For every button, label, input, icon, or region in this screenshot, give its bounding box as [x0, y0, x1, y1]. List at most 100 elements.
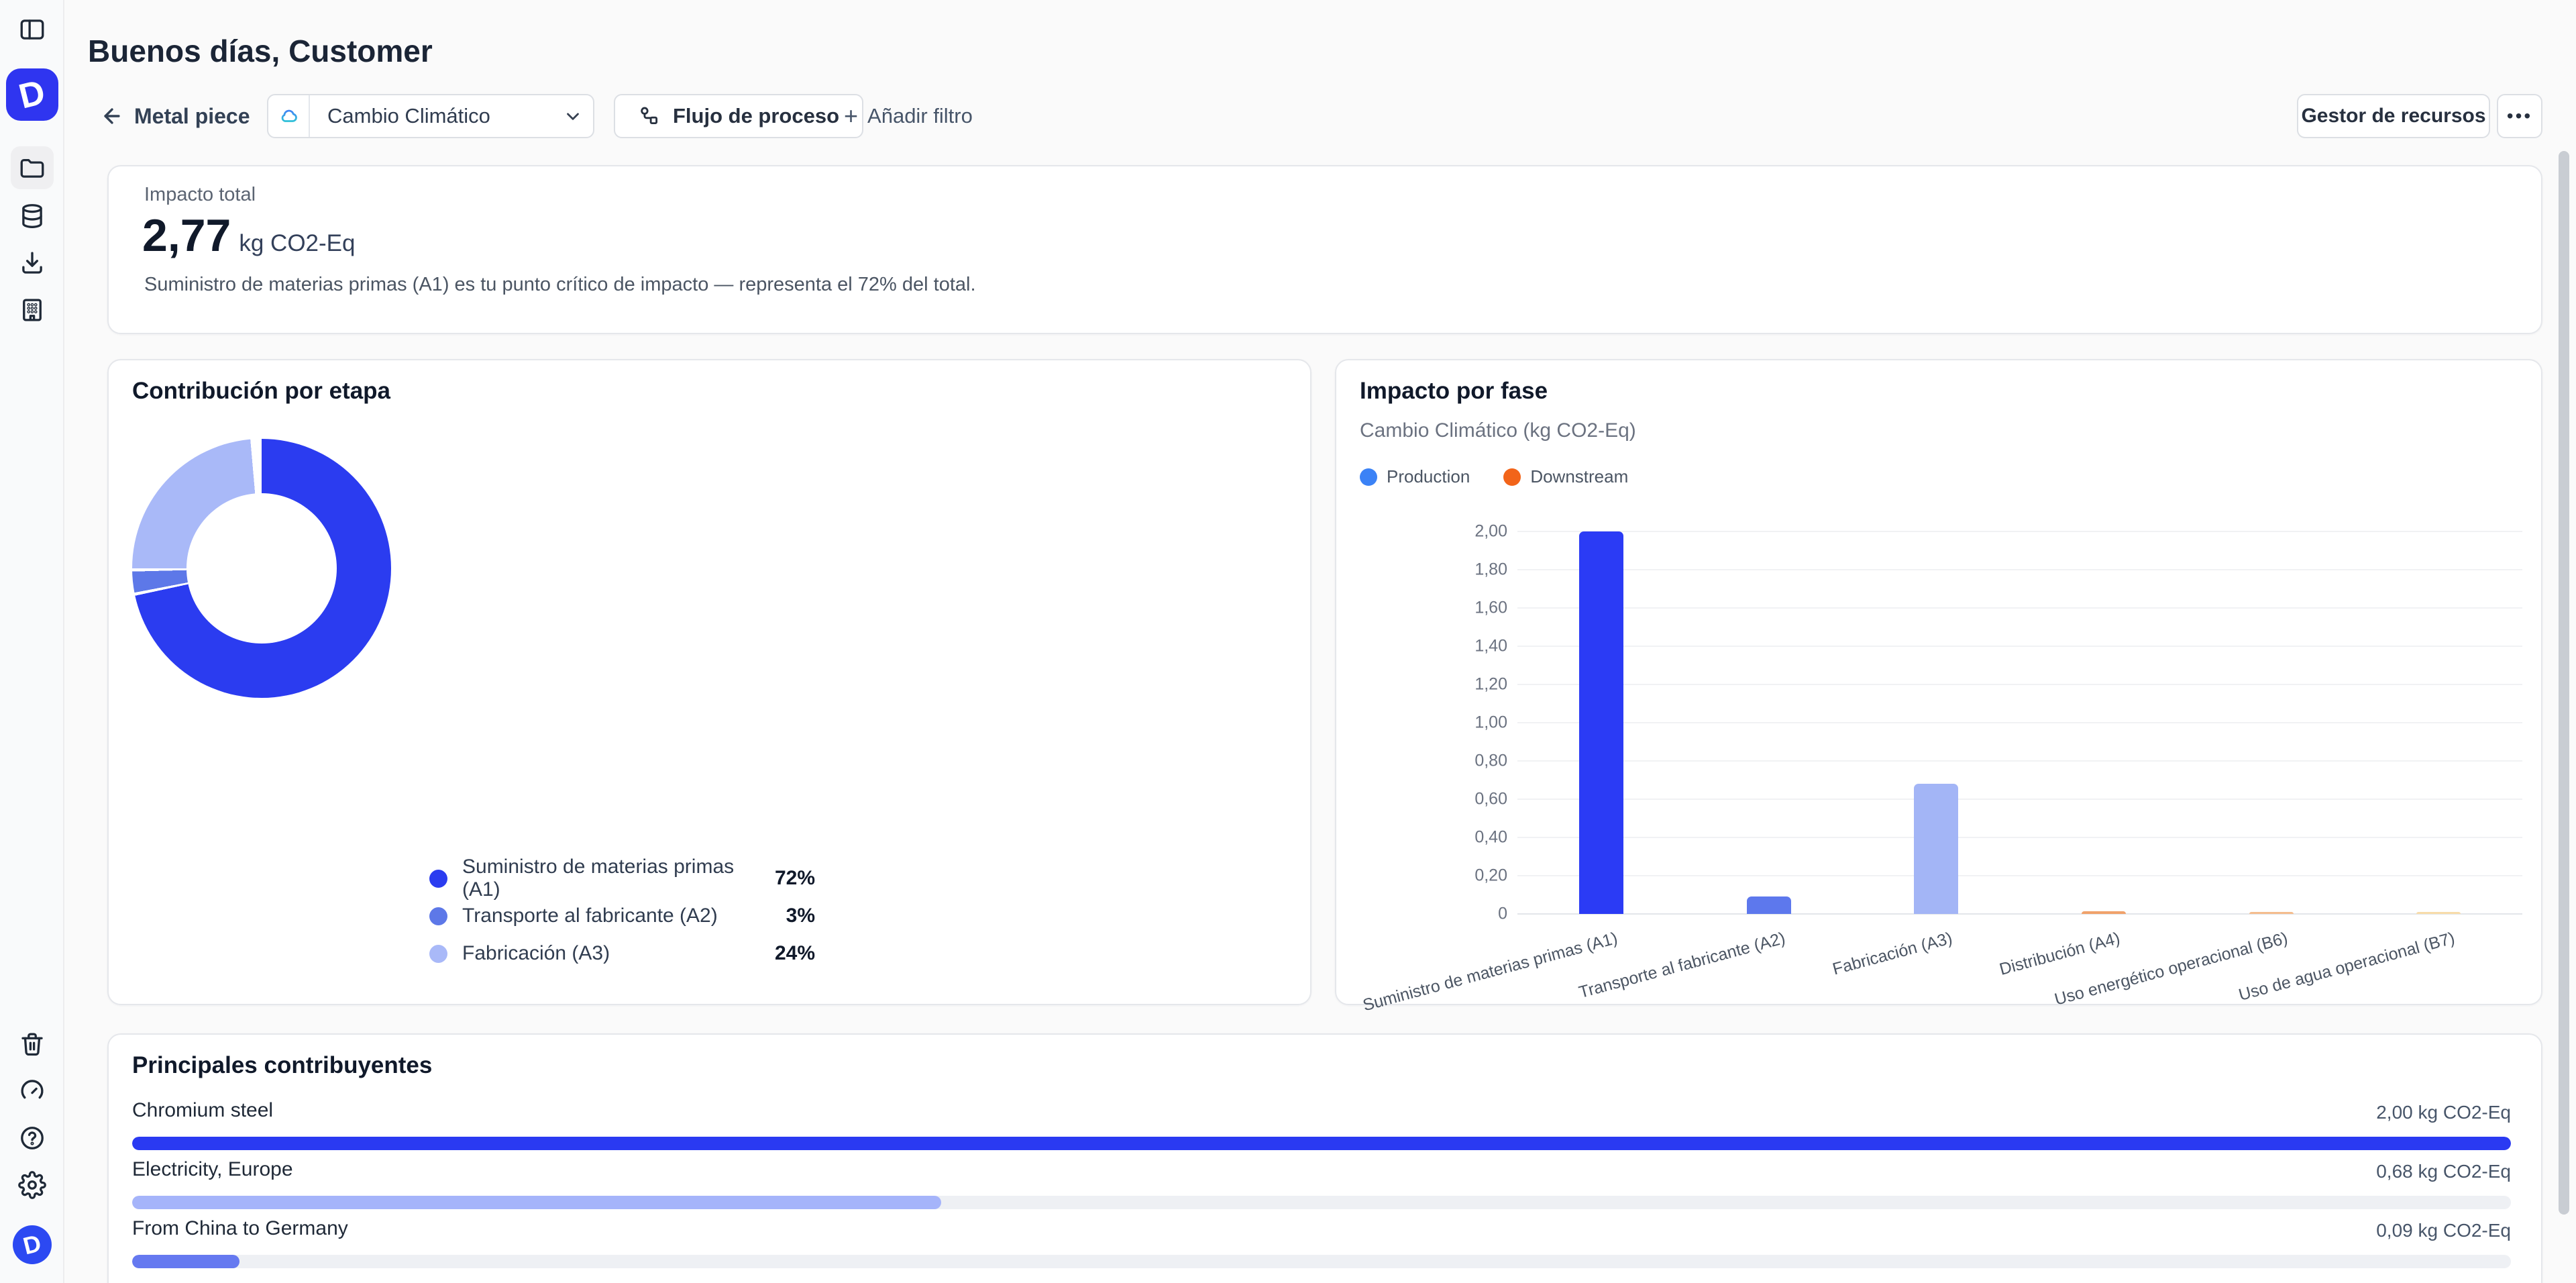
impact-total-unit: kg CO2-Eq	[239, 230, 355, 256]
sidebar-item-import[interactable]	[11, 242, 54, 285]
contributor-bar-fill	[132, 1196, 941, 1209]
bar-3[interactable]	[1914, 784, 1958, 914]
sidebar-item-settings[interactable]	[11, 1164, 54, 1207]
sidebar-item-trash[interactable]	[11, 1023, 54, 1066]
stage-legend-percent: 3%	[786, 905, 815, 927]
database-icon	[18, 202, 46, 230]
contributor-value: 0,09 kg CO2-Eq	[2376, 1220, 2511, 1241]
gridline	[1517, 531, 2522, 532]
gridline	[1517, 913, 2522, 915]
legend-dot-a1	[429, 870, 447, 888]
contributor-bar-fill	[132, 1137, 2511, 1150]
gridline	[1517, 760, 2522, 762]
y-axis-tick: 1,60	[1427, 599, 1507, 618]
impact-total-value: 2,77kg CO2-Eq	[142, 209, 355, 262]
workflow-icon	[638, 105, 661, 127]
contributors-title: Principales contribuyentes	[132, 1052, 432, 1079]
donut-hole	[186, 493, 337, 644]
scrollbar-thumb[interactable]	[2559, 151, 2569, 1215]
gridline	[1517, 875, 2522, 876]
stage-legend-item: Transporte al fabricante (A2) 3%	[429, 903, 815, 929]
arrow-left-icon	[101, 105, 123, 127]
app-window: D D Buenos días, Customer	[0, 0, 2576, 1283]
cloud-icon	[268, 95, 310, 137]
more-options-button[interactable]: •••	[2497, 94, 2542, 138]
y-axis-tick: 1,40	[1427, 637, 1507, 656]
gridline	[1517, 799, 2522, 800]
y-axis-tick: 0,40	[1427, 828, 1507, 848]
sidebar: D D	[0, 0, 64, 1283]
y-axis-tick: 0,80	[1427, 752, 1507, 771]
sidebar-item-projects[interactable]	[11, 146, 54, 189]
donut-chart[interactable]	[132, 439, 391, 698]
panel-toggle-icon[interactable]	[11, 8, 54, 51]
y-axis-tick: 1,00	[1427, 713, 1507, 733]
process-flow-button[interactable]: Flujo de proceso	[614, 94, 863, 138]
stage-legend-label: Suministro de materias primas (A1)	[462, 856, 775, 901]
user-avatar[interactable]: D	[13, 1225, 52, 1264]
bar-chart-plot[interactable]: 00,200,400,600,801,001,201,401,601,802,0…	[1517, 531, 2522, 914]
bar-4[interactable]	[2082, 911, 2126, 914]
stage-legend-percent: 24%	[775, 942, 815, 965]
contributor-bar-fill	[132, 1255, 239, 1268]
stage-legend-label: Fabricación (A3)	[462, 942, 775, 965]
stage-legend-item: Suministro de materias primas (A1) 72%	[429, 865, 815, 892]
avatar-letter: D	[21, 1231, 44, 1258]
phase-card-subtitle: Cambio Climático (kg CO2-Eq)	[1360, 419, 1636, 442]
impact-total-description: Suministro de materias primas (A1) es tu…	[144, 274, 976, 296]
gridline	[1517, 607, 2522, 609]
top-contributors-card: Principales contribuyentes Chromium stee…	[107, 1033, 2542, 1283]
legend-dot-a3	[429, 945, 447, 963]
chevron-down-icon	[553, 106, 593, 126]
ellipsis-icon: •••	[2507, 105, 2532, 127]
app-logo[interactable]: D	[6, 68, 58, 121]
legend-item-downstream: Downstream	[1503, 466, 1628, 487]
gauge-icon	[18, 1077, 46, 1105]
impact-select-value: Cambio Climático	[310, 104, 553, 128]
sidebar-item-database[interactable]	[11, 195, 54, 238]
back-link[interactable]: Metal piece	[101, 94, 250, 138]
logo-letter: D	[15, 74, 48, 115]
legend-dot-production	[1360, 468, 1377, 486]
bar-1[interactable]	[1579, 531, 1623, 914]
bar-6[interactable]	[2416, 912, 2461, 914]
stage-legend-percent: 72%	[775, 867, 815, 890]
contributor-bar-track	[132, 1137, 2511, 1150]
impact-by-phase-card: Impacto por fase Cambio Climático (kg CO…	[1335, 359, 2542, 1005]
settings-icon	[18, 1171, 46, 1199]
y-axis-tick: 2,00	[1427, 522, 1507, 542]
stage-legend-item: Fabricación (A3) 24%	[429, 940, 815, 967]
legend-dot-a2	[429, 907, 447, 925]
contributor-label: Chromium steel	[132, 1099, 273, 1122]
bar-2[interactable]	[1747, 896, 1791, 914]
sidebar-item-help[interactable]	[11, 1117, 54, 1160]
contributor-label: From China to Germany	[132, 1217, 348, 1240]
building-icon	[18, 296, 46, 324]
contributor-label: Electricity, Europe	[132, 1158, 293, 1181]
impact-total-label: Impacto total	[144, 184, 256, 206]
resource-manager-button[interactable]: Gestor de recursos	[2297, 94, 2490, 138]
impact-category-select[interactable]: Cambio Climático	[267, 94, 594, 138]
y-axis-tick: 1,20	[1427, 675, 1507, 695]
bar-5[interactable]	[2249, 912, 2294, 914]
add-filter-button[interactable]: + Añadir filtro	[844, 94, 973, 138]
gridline	[1517, 646, 2522, 647]
back-label: Metal piece	[134, 104, 250, 129]
contributor-bar-track	[132, 1255, 2511, 1268]
legend-dot-downstream	[1503, 468, 1521, 486]
contributor-bar-track	[132, 1196, 2511, 1209]
gridline	[1517, 684, 2522, 685]
y-axis-tick: 0,20	[1427, 866, 1507, 886]
resource-manager-label: Gestor de recursos	[2301, 105, 2485, 127]
sidebar-item-organization[interactable]	[11, 289, 54, 331]
impact-total-card: Impacto total 2,77kg CO2-Eq Suministro d…	[107, 165, 2542, 334]
plus-icon: +	[844, 102, 858, 130]
legend-label: Production	[1387, 466, 1470, 487]
stage-legend-label: Transporte al fabricante (A2)	[462, 905, 786, 927]
y-axis-tick: 0,60	[1427, 790, 1507, 809]
gridline	[1517, 837, 2522, 838]
sidebar-item-usage[interactable]	[11, 1070, 54, 1113]
phase-legend: Production Downstream	[1360, 466, 1628, 487]
process-flow-label: Flujo de proceso	[673, 104, 839, 128]
gridline	[1517, 569, 2522, 570]
